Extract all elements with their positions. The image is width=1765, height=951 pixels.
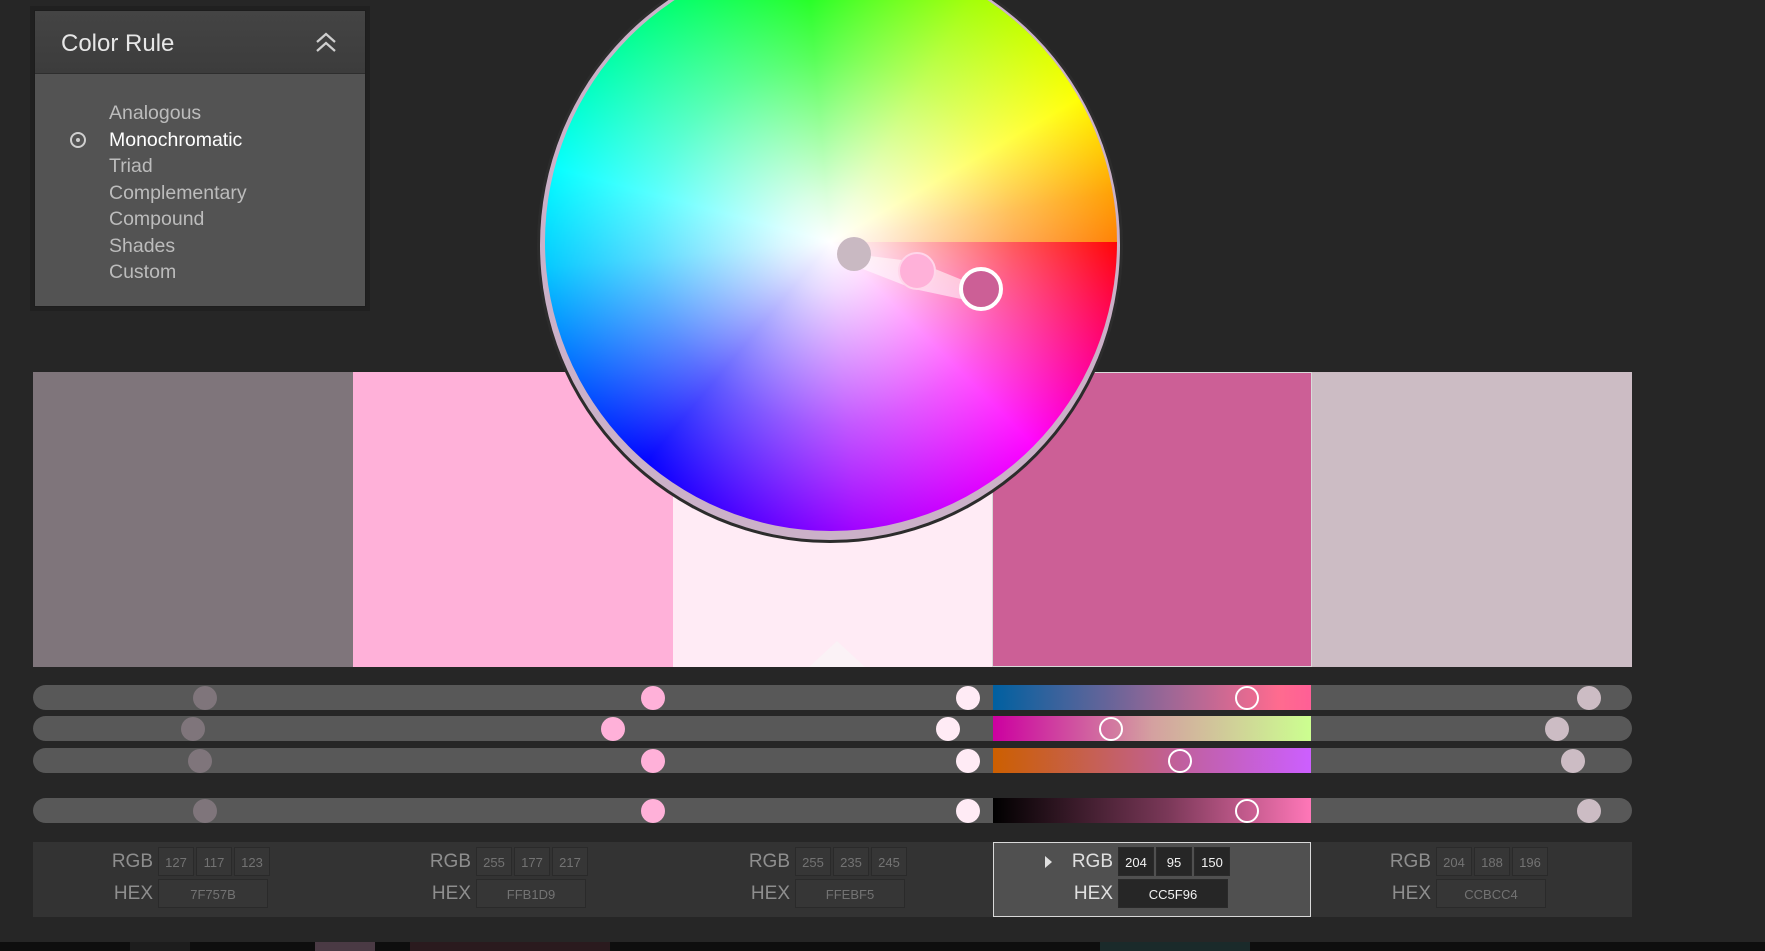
slider-knob-brightness-4[interactable] xyxy=(1235,798,1260,823)
hex-value[interactable]: FFB1D9 xyxy=(476,879,586,908)
hex-label: HEX xyxy=(1391,883,1431,904)
rgb-value-b[interactable]: 217 xyxy=(552,847,588,876)
red-gradient[interactable] xyxy=(993,685,1311,710)
rule-option-shades[interactable]: Shades xyxy=(35,233,365,260)
hex-value[interactable]: CCBCC4 xyxy=(1436,879,1546,908)
rgb-value-b[interactable]: 123 xyxy=(234,847,270,876)
rgb-label: RGB xyxy=(1071,851,1113,872)
rule-option-label: Monochromatic xyxy=(109,128,243,151)
rgb-label: RGB xyxy=(429,851,471,872)
rule-option-analogous[interactable]: Analogous xyxy=(35,100,365,127)
color-swatch-1[interactable] xyxy=(33,372,353,667)
rule-option-label: Shades xyxy=(109,234,176,257)
collapse-chevron-icon[interactable] xyxy=(313,31,339,55)
hex-value[interactable]: CC5F96 xyxy=(1118,879,1228,908)
blue-gradient[interactable] xyxy=(993,748,1311,773)
rgb-value-r[interactable]: 127 xyxy=(158,847,194,876)
slider-knob-g-3[interactable] xyxy=(936,716,960,741)
base-color-marker-icon xyxy=(809,641,865,667)
slider-knob-b-2[interactable] xyxy=(641,748,665,773)
slider-knob-brightness-1[interactable] xyxy=(193,798,217,823)
rule-option-label: Triad xyxy=(109,155,153,177)
rule-option-custom[interactable]: Custom xyxy=(35,259,365,286)
hex-label: HEX xyxy=(113,883,153,904)
rgb-value-r[interactable]: 204 xyxy=(1436,847,1472,876)
rgb-value-b[interactable]: 196 xyxy=(1512,847,1548,876)
slider-knob-r-2[interactable] xyxy=(641,685,665,710)
slider-track-red[interactable] xyxy=(33,685,1632,710)
color-rule-title: Color Rule xyxy=(61,30,175,57)
color-wheel-gradient[interactable] xyxy=(545,0,1117,531)
color-rule-list: Analogous Monochromatic Triad Complement… xyxy=(35,74,365,286)
rgb-value-b[interactable]: 150 xyxy=(1194,847,1230,876)
green-gradient[interactable] xyxy=(993,716,1311,741)
hex-label: HEX xyxy=(1073,883,1113,904)
rule-option-compound[interactable]: Compound xyxy=(35,206,365,233)
brightness-gradient[interactable] xyxy=(993,798,1311,823)
hex-label: HEX xyxy=(431,883,471,904)
slider-knob-brightness-5[interactable] xyxy=(1577,798,1601,823)
slider-knob-r-5[interactable] xyxy=(1577,685,1601,710)
slider-track-green[interactable] xyxy=(33,716,1632,741)
rgb-value-r[interactable]: 255 xyxy=(476,847,512,876)
rule-option-label: Analogous xyxy=(109,102,202,124)
slider-knob-r-1[interactable] xyxy=(193,685,217,710)
rgb-label: RGB xyxy=(111,851,153,872)
rgb-value-g[interactable]: 95 xyxy=(1156,847,1192,876)
rule-option-label: Custom xyxy=(109,261,177,283)
rgb-value-r[interactable]: 255 xyxy=(795,847,831,876)
rgb-value-r[interactable]: 204 xyxy=(1118,847,1154,876)
slider-knob-g-2[interactable] xyxy=(601,716,625,741)
slider-knob-b-1[interactable] xyxy=(188,748,213,773)
rule-option-complementary[interactable]: Complementary xyxy=(35,180,365,207)
slider-knob-b-3[interactable] xyxy=(956,748,980,773)
bottom-strip xyxy=(0,942,1765,951)
rgb-label: RGB xyxy=(748,851,790,872)
slider-knob-brightness-3[interactable] xyxy=(956,798,980,823)
rgb-value-g[interactable]: 177 xyxy=(514,847,550,876)
slider-knob-brightness-2[interactable] xyxy=(641,798,665,823)
rgb-value-g[interactable]: 235 xyxy=(833,847,869,876)
rule-option-label: Complementary xyxy=(109,181,247,204)
hex-value[interactable]: FFEBF5 xyxy=(795,879,905,908)
color-rule-panel: Color Rule Analogous Monochromatic Triad… xyxy=(34,10,366,307)
slider-knob-g-5[interactable] xyxy=(1545,716,1569,741)
radio-selected-icon xyxy=(70,131,86,148)
rgb-value-g[interactable]: 117 xyxy=(196,847,232,876)
slider-knob-b-5[interactable] xyxy=(1561,748,1585,773)
rule-option-triad[interactable]: Triad xyxy=(35,153,365,180)
rule-option-monochromatic[interactable]: Monochromatic xyxy=(35,127,365,154)
hex-value[interactable]: 7F757B xyxy=(158,879,268,908)
rgb-value-g[interactable]: 188 xyxy=(1474,847,1510,876)
hex-label: HEX xyxy=(750,883,790,904)
color-rule-header[interactable]: Color Rule xyxy=(35,11,365,74)
color-swatch-5[interactable] xyxy=(1312,372,1632,667)
slider-track-blue[interactable] xyxy=(33,748,1632,773)
rgb-label: RGB xyxy=(1389,851,1431,872)
slider-knob-b-4[interactable] xyxy=(1168,748,1193,773)
expand-triangle-icon[interactable] xyxy=(1045,856,1052,868)
rule-option-label: Compound xyxy=(109,208,205,230)
slider-knob-r-3[interactable] xyxy=(956,685,980,710)
slider-knob-r-4[interactable] xyxy=(1235,685,1260,710)
rgb-value-b[interactable]: 245 xyxy=(871,847,907,876)
slider-knob-g-4[interactable] xyxy=(1099,716,1124,741)
slider-knob-g-1[interactable] xyxy=(181,716,205,741)
slider-track-brightness[interactable] xyxy=(33,798,1632,823)
